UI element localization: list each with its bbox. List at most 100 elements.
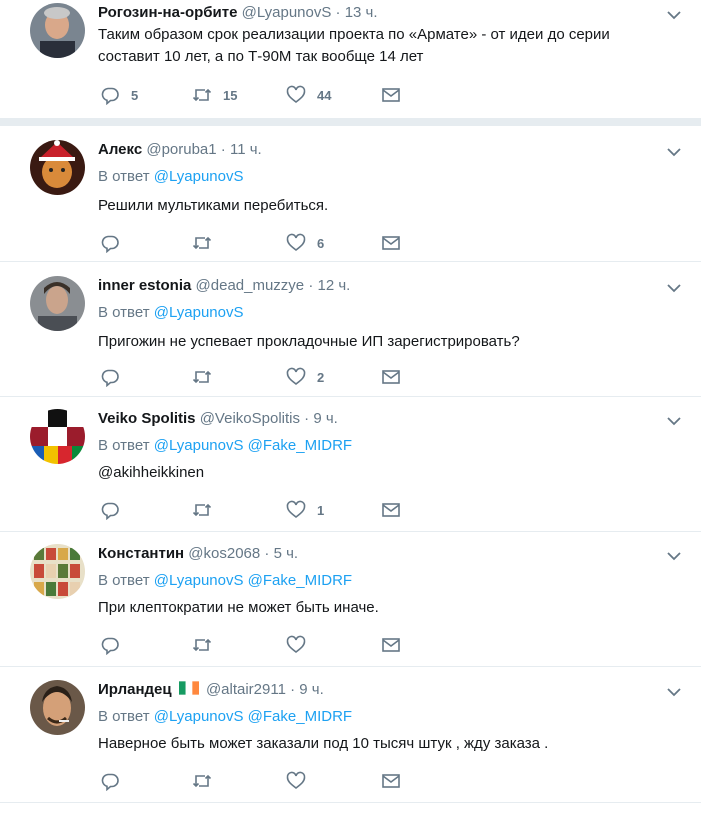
- tweet-reply[interactable]: Veiko Spolitis @VeikoSpolitis · 9 ч. В о…: [0, 397, 701, 532]
- replying-to: В ответ @LyapunovS: [98, 303, 243, 323]
- reply-button[interactable]: [100, 366, 131, 388]
- tweet-actions: [98, 634, 408, 656]
- like-button[interactable]: 1: [286, 499, 324, 521]
- tweet-actions: 1: [98, 499, 408, 521]
- direct-message-button[interactable]: [381, 84, 401, 106]
- reply-icon: [101, 637, 119, 655]
- user-name[interactable]: Ирландец: [98, 681, 172, 698]
- reply-button[interactable]: [100, 499, 131, 521]
- separator-dot: ·: [220, 141, 226, 158]
- reply-button[interactable]: [100, 232, 131, 254]
- retweet-icon: [192, 503, 212, 517]
- chevron-down-icon[interactable]: [665, 143, 683, 161]
- direct-message-button[interactable]: [381, 634, 401, 656]
- mention-link[interactable]: @LyapunovS: [154, 168, 244, 185]
- timestamp[interactable]: 12 ч.: [318, 277, 351, 294]
- tweet-root[interactable]: Рогозин-на-орбите @LyapunovS · 13 ч. Так…: [0, 0, 701, 118]
- tweet-header: Veiko Spolitis @VeikoSpolitis · 9 ч.: [98, 409, 651, 429]
- direct-message-button[interactable]: [381, 499, 401, 521]
- tweet-reply[interactable]: Алекс @poruba1 · 11 ч. В ответ @Lyapunov…: [0, 126, 701, 262]
- like-button[interactable]: 44: [286, 84, 331, 106]
- chevron-down-icon[interactable]: [665, 683, 683, 701]
- direct-message-button[interactable]: [381, 366, 401, 388]
- avatar[interactable]: [30, 276, 85, 331]
- mention-link[interactable]: @Fake_MIDRF: [248, 437, 352, 454]
- user-name[interactable]: inner estonia: [98, 277, 191, 294]
- user-handle[interactable]: @VeikoSpolitis: [200, 410, 300, 427]
- replying-prefix: В ответ: [98, 572, 150, 589]
- retweet-count: 15: [223, 87, 238, 103]
- replying-to: В ответ @LyapunovS @Fake_MIDRF: [98, 707, 352, 727]
- tweet-text: Решили мультиками перебиться.: [98, 197, 329, 214]
- mention-link[interactable]: @LyapunovS: [154, 304, 244, 321]
- mention-link[interactable]: @Fake_MIDRF: [248, 708, 352, 725]
- replying-prefix: В ответ: [98, 708, 150, 725]
- timestamp[interactable]: 13 ч.: [345, 4, 378, 21]
- tweet-reply[interactable]: Константин @kos2068 · 5 ч. В ответ @Lyap…: [0, 532, 701, 667]
- tweet-reply[interactable]: inner estonia @dead_muzzye · 12 ч. В отв…: [0, 262, 701, 397]
- chevron-down-icon[interactable]: [665, 279, 683, 297]
- direct-message-button[interactable]: [381, 770, 401, 792]
- chevron-down-icon[interactable]: [665, 412, 683, 430]
- retweet-icon: [192, 236, 212, 250]
- timestamp[interactable]: 9 ч.: [299, 681, 324, 698]
- avatar[interactable]: [30, 140, 85, 195]
- tweet-reply[interactable]: Ирландец @altair2911 · 9 ч. В ответ @Lya…: [0, 667, 701, 803]
- like-button[interactable]: 2: [286, 366, 324, 388]
- reply-button[interactable]: 5: [100, 84, 138, 106]
- retweet-button[interactable]: [192, 770, 223, 792]
- tweet-text[interactable]: @akihheikkinen: [98, 462, 671, 484]
- tweet-header: Константин @kos2068 · 5 ч.: [98, 544, 651, 564]
- timestamp[interactable]: 5 ч.: [274, 545, 299, 562]
- like-button[interactable]: [286, 634, 317, 656]
- retweet-button[interactable]: [192, 499, 223, 521]
- timeline: Рогозин-на-орбите @LyapunovS · 13 ч. Так…: [0, 0, 701, 803]
- chevron-down-icon[interactable]: [665, 6, 683, 24]
- like-button[interactable]: [286, 770, 317, 792]
- replying-prefix: В ответ: [98, 168, 150, 185]
- retweet-icon: [192, 88, 212, 102]
- heart-icon: [286, 635, 306, 654]
- user-name[interactable]: Рогозин-на-орбите: [98, 4, 237, 21]
- retweet-button[interactable]: [192, 232, 223, 254]
- tweet-header: Рогозин-на-орбите @LyapunovS · 13 ч.: [98, 3, 651, 23]
- user-handle[interactable]: @altair2911: [206, 681, 286, 698]
- retweet-button[interactable]: 15: [192, 84, 237, 106]
- section-divider: [0, 118, 701, 126]
- avatar[interactable]: [30, 544, 85, 599]
- retweet-button[interactable]: [192, 634, 223, 656]
- reply-button[interactable]: [100, 770, 131, 792]
- like-button[interactable]: 6: [286, 232, 324, 254]
- user-handle[interactable]: @dead_muzzye: [196, 277, 305, 294]
- avatar[interactable]: [30, 3, 85, 58]
- mention-link[interactable]: @Fake_MIDRF: [248, 572, 352, 589]
- reply-icon: [101, 773, 119, 791]
- reply-icon: [101, 502, 119, 520]
- tweet-text: При клептократии не может быть иначе.: [98, 599, 379, 616]
- retweet-icon: [192, 370, 212, 384]
- user-name[interactable]: Veiko Spolitis: [98, 410, 196, 427]
- user-handle[interactable]: @kos2068: [188, 545, 260, 562]
- mention-link[interactable]: @LyapunovS: [154, 437, 244, 454]
- irish-flag-icon: [178, 681, 199, 695]
- user-handle[interactable]: @LyapunovS: [242, 4, 332, 21]
- user-name[interactable]: Алекс: [98, 141, 142, 158]
- user-name[interactable]: Константин: [98, 545, 184, 562]
- tweet-header: inner estonia @dead_muzzye · 12 ч.: [98, 276, 651, 296]
- replying-prefix: В ответ: [98, 304, 150, 321]
- timestamp[interactable]: 9 ч.: [313, 410, 338, 427]
- mention-link[interactable]: @LyapunovS: [154, 572, 244, 589]
- reply-button[interactable]: [100, 634, 131, 656]
- tweet-text: Таким образом срок реализации проекта по…: [98, 26, 610, 65]
- mention-link[interactable]: @LyapunovS: [154, 708, 244, 725]
- retweet-icon: [192, 774, 212, 788]
- reply-icon: [101, 235, 119, 253]
- chevron-down-icon[interactable]: [665, 547, 683, 565]
- user-handle[interactable]: @poruba1: [146, 141, 216, 158]
- direct-message-button[interactable]: [381, 232, 401, 254]
- avatar[interactable]: [30, 680, 85, 735]
- separator-dot: ·: [290, 681, 296, 698]
- avatar[interactable]: [30, 409, 85, 464]
- timestamp[interactable]: 11 ч.: [230, 141, 262, 158]
- retweet-button[interactable]: [192, 366, 223, 388]
